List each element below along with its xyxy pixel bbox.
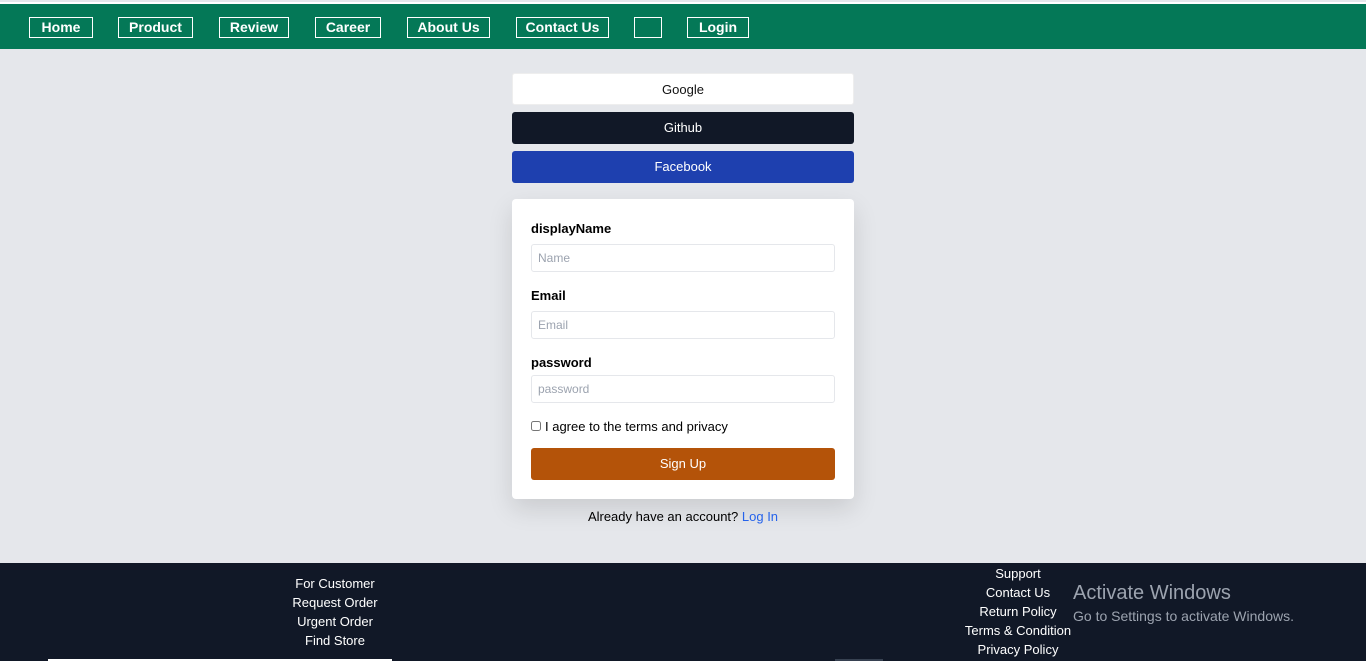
nav-career[interactable]: Career bbox=[315, 17, 381, 38]
nav-product[interactable]: Product bbox=[118, 17, 193, 38]
footer-heading-customer: For Customer bbox=[295, 576, 375, 591]
login-prompt: Already have an account? Log In bbox=[512, 509, 854, 524]
email-input[interactable] bbox=[531, 311, 835, 339]
terms-checkbox[interactable] bbox=[531, 421, 541, 431]
signup-form: displayName Email password I agree to th… bbox=[512, 199, 854, 499]
terms-label: I agree to the terms and privacy bbox=[545, 419, 728, 434]
footer-link[interactable]: Request Order bbox=[275, 593, 395, 612]
nav-empty-link[interactable] bbox=[634, 17, 662, 38]
footer-link[interactable]: Find Store bbox=[275, 631, 395, 650]
name-label: displayName bbox=[531, 221, 612, 236]
footer-link[interactable]: Terms & Condition bbox=[958, 621, 1078, 640]
nav-about[interactable]: About Us bbox=[407, 17, 490, 38]
nav-login[interactable]: Login bbox=[687, 17, 749, 38]
nav-contact[interactable]: Contact Us bbox=[516, 17, 609, 38]
footer-support-links: Support Contact Us Return Policy Terms &… bbox=[958, 564, 1078, 659]
github-signin-button[interactable]: Github bbox=[512, 112, 854, 144]
footer-customer-links: For Customer Request Order Urgent Order … bbox=[275, 574, 395, 650]
login-prompt-text: Already have an account? bbox=[587, 509, 739, 524]
nav-home[interactable]: Home bbox=[29, 17, 93, 38]
footer-link[interactable]: Return Policy bbox=[958, 602, 1078, 621]
password-input[interactable] bbox=[531, 375, 835, 403]
footer-heading-support: Support bbox=[995, 566, 1041, 581]
footer-link[interactable]: Contact Us bbox=[958, 583, 1078, 602]
footer: For Customer Request Order Urgent Order … bbox=[0, 563, 1366, 661]
email-label: Email bbox=[531, 288, 566, 303]
signup-button[interactable]: Sign Up bbox=[531, 448, 835, 480]
password-label: password bbox=[531, 355, 592, 370]
activate-windows-subtitle: Go to Settings to activate Windows. bbox=[1073, 608, 1294, 624]
top-navbar: Home Product Review Career About Us Cont… bbox=[0, 2, 1366, 49]
name-input[interactable] bbox=[531, 244, 835, 272]
google-signin-button[interactable]: Google bbox=[512, 73, 854, 105]
footer-link[interactable]: Privacy Policy bbox=[958, 640, 1078, 659]
nav-review[interactable]: Review bbox=[219, 17, 289, 38]
login-link[interactable]: Log In bbox=[742, 509, 778, 524]
footer-link[interactable]: Urgent Order bbox=[275, 612, 395, 631]
activate-windows-title: Activate Windows bbox=[1073, 582, 1231, 604]
facebook-signin-button[interactable]: Facebook bbox=[512, 151, 854, 183]
